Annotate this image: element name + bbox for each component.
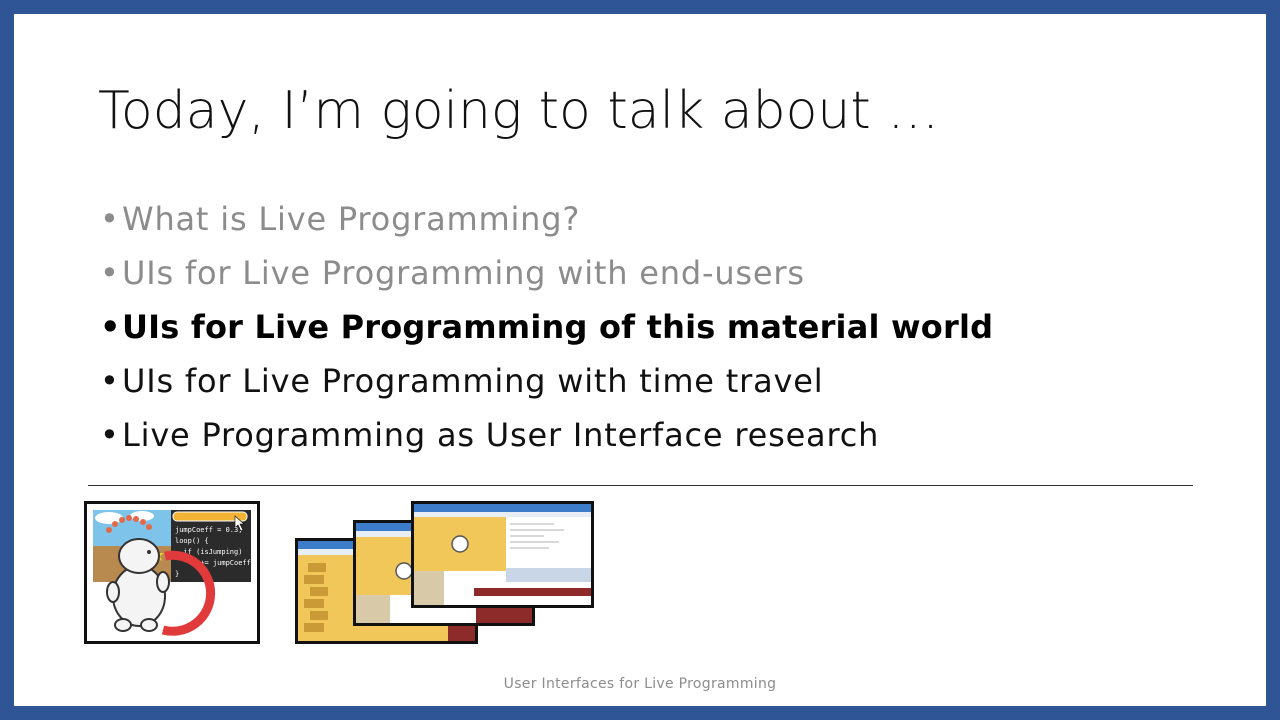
agenda-item-ui-research: Live Programming as User Interface resea… bbox=[100, 408, 993, 462]
agenda-item-material-world: UIs for Live Programming of this materia… bbox=[100, 300, 993, 354]
code-line-5: } bbox=[175, 570, 179, 578]
agenda-item-time-travel: UIs for Live Programming with time trave… bbox=[100, 354, 993, 408]
agenda-item-what-is-live-programming: What is Live Programming? bbox=[100, 192, 993, 246]
agenda-list: What is Live Programming? UIs for Live P… bbox=[100, 192, 993, 462]
code-line-2: loop() { bbox=[175, 537, 209, 545]
code-line-1: jumpCoeff = 0.3; bbox=[175, 526, 242, 534]
divider-line bbox=[88, 485, 1193, 486]
slide-footer: User Interfaces for Live Programming bbox=[503, 676, 777, 692]
slide-title: Today, I’m going to talk about … bbox=[98, 81, 940, 141]
screenshot-front bbox=[411, 501, 594, 608]
character-code-illustration: jumpCoeff = 0.3; loop() { if (isJumping)… bbox=[87, 504, 257, 641]
screenshot-front-graphic bbox=[414, 504, 591, 605]
agenda-item-end-users: UIs for Live Programming with end-users bbox=[100, 246, 993, 300]
slide: Today, I’m going to talk about … What is… bbox=[14, 14, 1266, 706]
thumbnail-character-code: jumpCoeff = 0.3; loop() { if (isJumping)… bbox=[84, 501, 260, 644]
